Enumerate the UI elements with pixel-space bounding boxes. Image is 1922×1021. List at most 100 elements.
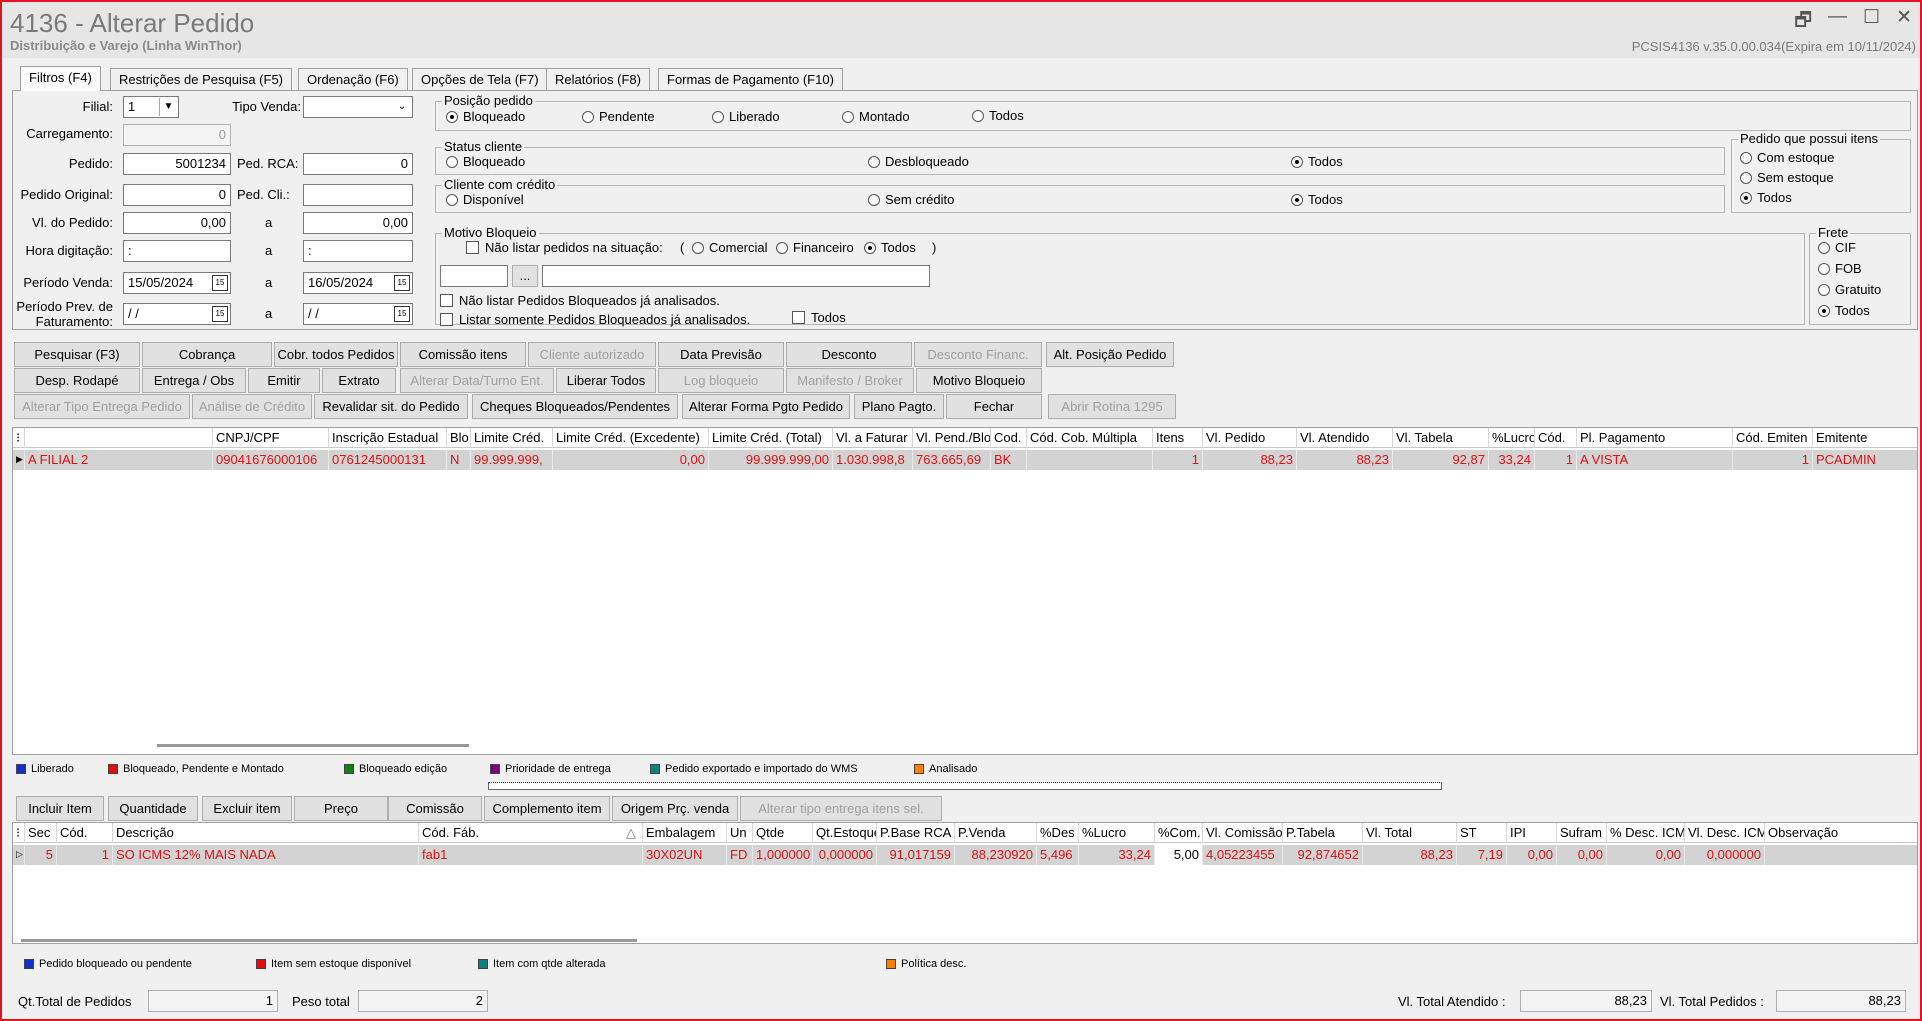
- column-header[interactable]: Qtde: [753, 823, 813, 843]
- vl-pedido-to-field[interactable]: 0,00: [303, 212, 413, 234]
- desp-rodape-button[interactable]: Desp. Rodapé: [14, 368, 140, 393]
- frete-todos-radio[interactable]: Todos: [1818, 303, 1870, 318]
- frete-gratuito-radio[interactable]: Gratuito: [1818, 282, 1881, 297]
- column-header[interactable]: Vl. Atendido: [1297, 428, 1393, 448]
- entrega-obs-button[interactable]: Entrega / Obs: [142, 368, 246, 393]
- fechar-button[interactable]: Fechar: [946, 394, 1042, 419]
- column-header[interactable]: Observação: [1765, 823, 1917, 843]
- cheques-bloqueados-button[interactable]: Cheques Bloqueados/Pendentes: [472, 394, 678, 419]
- tab-opcoes-tela[interactable]: Opções de Tela (F7): [412, 68, 548, 90]
- origem-prc-venda-button[interactable]: Origem Prç. venda: [612, 796, 738, 821]
- column-header[interactable]: Itens: [1153, 428, 1203, 448]
- column-header[interactable]: Qt.Estoque: [813, 823, 877, 843]
- cell-com-editable[interactable]: 5,00: [1155, 845, 1203, 865]
- column-header[interactable]: Limite Créd. (Total): [709, 428, 833, 448]
- tab-ordenacao[interactable]: Ordenação (F6): [298, 68, 408, 90]
- credito-todos-radio[interactable]: Todos: [1291, 192, 1343, 207]
- motivo-bloqueio-button[interactable]: Motivo Bloqueio: [916, 368, 1042, 393]
- column-header[interactable]: Vl. Comissão: [1203, 823, 1283, 843]
- plano-pagto-button[interactable]: Plano Pagto.: [854, 394, 944, 419]
- credito-disponivel-radio[interactable]: Disponível: [446, 192, 524, 207]
- alt-posicao-pedido-button[interactable]: Alt. Posição Pedido: [1046, 342, 1174, 367]
- column-header[interactable]: Vl. Desc. ICM: [1685, 823, 1765, 843]
- grid-menu-icon[interactable]: ⁝: [13, 428, 25, 448]
- minimize-icon[interactable]: —: [1828, 6, 1847, 38]
- complemento-item-button[interactable]: Complemento item: [484, 796, 610, 821]
- extrato-button[interactable]: Extrato: [322, 368, 396, 393]
- column-header[interactable]: Sufram: [1557, 823, 1607, 843]
- status-bloqueado-radio[interactable]: Bloqueado: [446, 154, 525, 169]
- column-header[interactable]: P.Base RCA: [877, 823, 955, 843]
- nao-listar-analisados-checkbox[interactable]: Não listar Pedidos Bloqueados já analisa…: [440, 293, 720, 308]
- calendar-icon[interactable]: 15: [212, 306, 228, 322]
- carregamento-field[interactable]: 0: [123, 124, 231, 146]
- hora-from-field[interactable]: :: [123, 240, 231, 262]
- desconto-financ-button[interactable]: Desconto Financ.: [914, 342, 1042, 367]
- tipo-venda-select[interactable]: ⌄: [303, 96, 413, 118]
- column-header[interactable]: Vl. Pedido: [1203, 428, 1297, 448]
- comissao-button[interactable]: Comissão: [388, 796, 482, 821]
- vl-pedido-from-field[interactable]: 0,00: [123, 212, 231, 234]
- maximize-icon[interactable]: ☐: [1863, 6, 1880, 38]
- column-header[interactable]: Vl. Total: [1363, 823, 1457, 843]
- quantidade-button[interactable]: Quantidade: [108, 796, 198, 821]
- column-header[interactable]: Cod.: [991, 428, 1027, 448]
- frete-fob-radio[interactable]: FOB: [1818, 261, 1862, 276]
- column-header[interactable]: Sec: [25, 823, 57, 843]
- table-row[interactable]: ▷ 5 1 SO ICMS 12% MAIS NADA fab1 30X02UN…: [13, 845, 1917, 865]
- horizontal-scrollbar[interactable]: [21, 939, 637, 942]
- column-header[interactable]: %Lucro: [1079, 823, 1155, 843]
- listar-somente-analisados-checkbox[interactable]: Listar somente Pedidos Bloqueados já ana…: [440, 312, 750, 327]
- incluir-item-button[interactable]: Incluir Item: [16, 796, 104, 821]
- analise-credito-button[interactable]: Análise de Crédito: [192, 394, 312, 419]
- restore-icon[interactable]: 🗗: [1794, 6, 1812, 38]
- column-header[interactable]: Un: [727, 823, 753, 843]
- column-header[interactable]: P.Venda: [955, 823, 1037, 843]
- motivo-descricao-field[interactable]: [542, 265, 930, 287]
- cliente-autorizado-button[interactable]: Cliente autorizado: [528, 342, 656, 367]
- tab-filtros[interactable]: Filtros (F4): [20, 66, 101, 91]
- posicao-bloqueado-radio[interactable]: Bloqueado: [446, 109, 525, 124]
- calendar-icon[interactable]: 15: [394, 306, 410, 322]
- column-header[interactable]: Pl. Pagamento: [1577, 428, 1733, 448]
- desconto-button[interactable]: Desconto: [786, 342, 912, 367]
- revalidar-situacao-button[interactable]: Revalidar sit. do Pedido: [314, 394, 468, 419]
- preco-button[interactable]: Preço: [294, 796, 388, 821]
- status-desbloqueado-radio[interactable]: Desbloqueado: [868, 154, 969, 169]
- motivo-lookup-button[interactable]: ...: [512, 265, 538, 287]
- calendar-icon[interactable]: 15: [394, 275, 410, 291]
- sort-icon[interactable]: △: [626, 825, 636, 841]
- column-header[interactable]: [25, 428, 213, 448]
- data-previsao-button[interactable]: Data Previsão: [658, 342, 784, 367]
- motivo-todos-radio[interactable]: Todos: [864, 240, 916, 255]
- alterar-tipo-entrega-button[interactable]: Alterar Tipo Entrega Pedido: [14, 394, 190, 419]
- pesquisar-button[interactable]: Pesquisar (F3): [14, 342, 140, 367]
- excluir-item-button[interactable]: Excluir item: [202, 796, 292, 821]
- cobranca-button[interactable]: Cobrança: [142, 342, 272, 367]
- close-icon[interactable]: ✕: [1896, 6, 1912, 38]
- column-header[interactable]: Inscrição Estadual: [329, 428, 447, 448]
- itens-com-estoque-radio[interactable]: Com estoque: [1740, 150, 1834, 165]
- column-header[interactable]: Blo: [447, 428, 471, 448]
- nao-listar-situacao-checkbox[interactable]: Não listar pedidos na situação:: [466, 240, 663, 255]
- itens-sem-estoque-radio[interactable]: Sem estoque: [1740, 170, 1834, 185]
- column-header[interactable]: Limite Créd. (Excedente): [553, 428, 709, 448]
- periodo-prev-to-field[interactable]: / /15: [303, 303, 413, 325]
- column-header[interactable]: ST: [1457, 823, 1507, 843]
- alterar-forma-pgto-button[interactable]: Alterar Forma Pgto Pedido: [682, 394, 850, 419]
- emitir-button[interactable]: Emitir: [248, 368, 320, 393]
- orders-grid[interactable]: ⁝ CNPJ/CPF Inscrição Estadual Blo Limite…: [12, 427, 1918, 755]
- grid-menu-icon[interactable]: ⁝: [13, 823, 25, 843]
- column-header[interactable]: P.Tabela: [1283, 823, 1363, 843]
- column-header[interactable]: Cód.: [1535, 428, 1577, 448]
- posicao-todos-radio[interactable]: Todos: [972, 108, 1024, 123]
- status-todos-radio[interactable]: Todos: [1291, 154, 1343, 169]
- periodo-venda-to-field[interactable]: 16/05/2024 15: [303, 272, 413, 294]
- column-header[interactable]: % Desc. ICM: [1607, 823, 1685, 843]
- posicao-montado-radio[interactable]: Montado: [842, 109, 910, 124]
- posicao-pendente-radio[interactable]: Pendente: [582, 109, 655, 124]
- tab-relatorios[interactable]: Relatórios (F8): [546, 68, 650, 90]
- column-header[interactable]: IPI: [1507, 823, 1557, 843]
- column-header[interactable]: Vl. Tabela: [1393, 428, 1489, 448]
- credito-sem-radio[interactable]: Sem crédito: [868, 192, 954, 207]
